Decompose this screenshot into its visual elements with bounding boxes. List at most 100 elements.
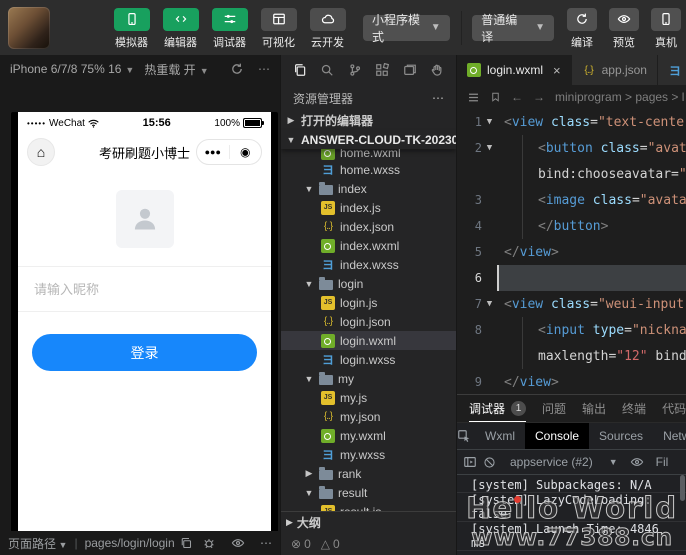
action-button-compile[interactable]: 编译 (562, 6, 602, 50)
simulator-button-icon-box (113, 7, 150, 31)
console-scrollbar[interactable] (680, 475, 685, 501)
refresh-icon[interactable] (230, 62, 244, 76)
tree-item-index[interactable]: ▼ index (281, 179, 456, 198)
tree-file-my.wxss[interactable]: ヨ my.wxss (281, 445, 456, 464)
code-line-5[interactable]: 5 </view > (457, 239, 686, 265)
tree-file-login.wxss[interactable]: ヨ login.wxss (281, 350, 456, 369)
tree-file-my.wxml[interactable]: my.wxml (281, 426, 456, 445)
code-line-7[interactable]: 7▼ <view class="weui-input-b (457, 291, 686, 317)
toolbar-button-cloud[interactable]: 云开发 (304, 6, 351, 50)
bug-icon[interactable] (202, 536, 216, 550)
context-select[interactable]: appservice (#2) (510, 455, 593, 469)
mode-select[interactable]: 小程序模式 ▼ (363, 13, 450, 44)
tree-file-my.js[interactable]: JS my.js (281, 388, 456, 407)
sidebar-toggle-icon[interactable] (463, 455, 477, 469)
action-button-device[interactable]: 真机 (646, 6, 686, 50)
code-line-wrap[interactable]: bind:chooseavatar="on (457, 161, 686, 187)
toolbar-button-debugger[interactable]: 调试器 (206, 6, 253, 50)
editor-tab-app.json[interactable]: {..} app.json (571, 55, 658, 85)
tree-item-result[interactable]: ▼ result (281, 483, 456, 502)
tree-file-index.js[interactable]: JS index.js (281, 198, 456, 217)
avatar-picker[interactable] (115, 190, 174, 248)
code-line-9[interactable]: 9 </view > (457, 369, 686, 394)
tree-file-result.js[interactable]: JS result.js (281, 502, 456, 511)
breadcrumb[interactable]: miniprogram > pages > l (555, 90, 684, 104)
fold-icon[interactable]: ▼ (482, 143, 497, 153)
tree-file-my.json[interactable]: {..} my.json (281, 407, 456, 426)
console-toolbar: appservice (#2) ▼ Fil (457, 450, 686, 475)
code-line-8[interactable]: 8 <input type="nickname (457, 317, 686, 343)
search-icon[interactable] (320, 63, 334, 77)
code-line-wrap[interactable]: maxlength="12" bindin (457, 343, 686, 369)
code-line-6[interactable]: 6 (457, 265, 686, 291)
tree-file-home.wxml[interactable]: home.wxml (281, 149, 456, 160)
forward-icon[interactable]: → (533, 90, 545, 104)
debugger-tab-终端[interactable]: 终端 (622, 395, 646, 422)
tree-file-index.wxss[interactable]: ヨ index.wxss (281, 255, 456, 274)
copy-icon[interactable] (180, 537, 192, 549)
tree-item--[interactable]: ▶ 打开的编辑器 (281, 111, 456, 130)
tree-file-home.wxss[interactable]: ヨ home.wxss (281, 160, 456, 179)
tree-item-login[interactable]: ▼ login (281, 274, 456, 293)
code-line-4[interactable]: 4 </button > (457, 213, 686, 239)
code-editor[interactable]: 1 ▼ < view class = "text-center 2 ▼ < button clas… (457, 109, 686, 394)
fold-icon[interactable]: ▼ (482, 299, 497, 309)
tree-item-rank[interactable]: ▶ rank (281, 464, 456, 483)
tree-file-index.json[interactable]: {..} index.json (281, 217, 456, 236)
debugger-tab-调试器[interactable]: 调试器 1 (469, 395, 527, 422)
devtools-tab-Network[interactable]: Network (653, 423, 686, 449)
more-icon[interactable]: ⋯ (432, 91, 444, 105)
outline-list-icon[interactable] (467, 91, 480, 104)
devtools-tab-Console[interactable]: Console (525, 423, 590, 449)
branch-icon[interactable] (348, 63, 362, 77)
toolbar-button-editor[interactable]: 编辑器 (157, 6, 204, 50)
more-icon[interactable]: ⋯ (260, 536, 272, 550)
tree-file-login.wxml[interactable]: login.wxml (281, 331, 456, 350)
fold-icon[interactable]: ▼ (482, 117, 497, 127)
login-button[interactable]: 登录 (32, 334, 257, 371)
tree-file-login.json[interactable]: {..} login.json (281, 312, 456, 331)
device-select[interactable]: iPhone 6/7/8 75% 16 ▼ (10, 62, 134, 76)
gutter: 8 (474, 323, 482, 337)
debugger-tab-代码质量[interactable]: 代码质量 (662, 395, 686, 422)
home-button[interactable]: ⌂ (27, 138, 55, 166)
code-line-1[interactable]: 1 ▼ < view class = "text-center (457, 109, 686, 135)
page-path-dropdown[interactable]: 页面路径 ▼ (8, 535, 67, 552)
inspect-icon[interactable] (457, 423, 471, 449)
tree-item-ANSWER-CLOUD-TK-20230202[interactable]: ▼ ANSWER-CLOUD-TK-20230202 (281, 130, 456, 149)
hot-reload-toggle[interactable]: 热重载 开 ▼ (144, 61, 208, 78)
back-icon[interactable]: ← (511, 90, 523, 104)
debugger-tab-输出[interactable]: 输出 (582, 395, 606, 422)
windowicon-icon[interactable] (403, 63, 417, 77)
tree-file-index.wxml[interactable]: index.wxml (281, 236, 456, 255)
code-line-2[interactable]: 2▼<button class="avatar (457, 135, 686, 161)
toolbar-button-simulator[interactable]: 模拟器 (108, 6, 155, 50)
editor-tab-login.wxml[interactable]: login.wxml × (457, 55, 572, 85)
exit-target-icon[interactable]: ◉ (230, 145, 262, 159)
eye-icon[interactable] (630, 455, 644, 469)
filter-input[interactable]: Fil (656, 455, 669, 469)
action-button-preview[interactable]: 预览 (604, 6, 644, 50)
close-icon[interactable]: × (553, 63, 561, 78)
debugger-tab-问题[interactable]: 问题 (542, 395, 566, 422)
blocks-icon[interactable] (375, 63, 390, 77)
hand-icon[interactable] (430, 63, 444, 77)
menu-dots-icon[interactable]: ●●● (197, 147, 229, 157)
devtools-tab-Sources[interactable]: Sources (589, 423, 653, 449)
more-icon[interactable]: ⋯ (258, 62, 270, 76)
clear-console-icon[interactable] (483, 456, 496, 469)
bookmark-icon[interactable] (490, 91, 501, 103)
eye-icon[interactable] (231, 536, 245, 550)
nickname-input[interactable] (32, 280, 257, 298)
files-icon[interactable] (293, 63, 307, 77)
console-prompt[interactable]: > (457, 551, 686, 555)
editor-tab-wxss[interactable]: ヨ (657, 55, 686, 85)
tree-file-login.js[interactable]: JS login.js (281, 293, 456, 312)
outline-section[interactable]: ▶ 大纲 (281, 511, 456, 533)
toolbar-button-visual[interactable]: 可视化 (255, 6, 302, 50)
compile-mode-select[interactable]: 普通编译 ▼ (472, 13, 554, 44)
console-output[interactable]: [system] Subpackages: N/A [system] LazyCo… (457, 475, 686, 555)
tree-item-my[interactable]: ▼ my (281, 369, 456, 388)
devtools-tab-Wxml[interactable]: Wxml (475, 423, 525, 449)
code-line-3[interactable]: 3 <image class="avatar" (457, 187, 686, 213)
